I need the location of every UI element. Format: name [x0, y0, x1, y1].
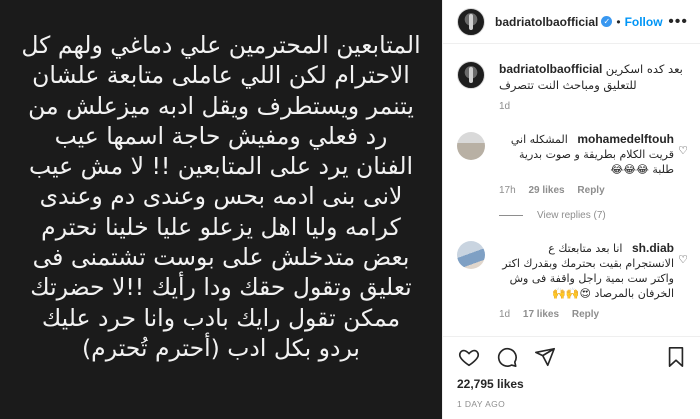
more-options-icon[interactable]: •••	[668, 13, 688, 31]
comment: mohamedelftouh المشكله اني قريت الكلام ب…	[457, 132, 688, 196]
post-header: badriatolbaofficial ✓ • Follow •••	[443, 0, 700, 44]
comment: sh.diab انا بعد متابعتك ع الانستجرام بقي…	[457, 241, 688, 320]
post-image-text: المتابعين المحترمين علي دماغي ولهم كل ال…	[14, 30, 428, 363]
verified-badge-icon: ✓	[601, 16, 613, 27]
post-image-line: بردو بكل ادب (أحترم تُحترم)	[82, 333, 360, 362]
bookmark-icon[interactable]	[664, 345, 688, 369]
post-image-line: المتابعين المحترمين علي دماغي ولهم كل	[21, 31, 421, 59]
view-replies-label: View replies (7)	[537, 210, 606, 221]
caption-avatar[interactable]	[457, 61, 485, 89]
separator-dot: •	[616, 14, 621, 29]
post-image-line: كرامه وليا اهل يزعلو عليا خلينا نحترم	[41, 212, 401, 241]
post-image-line: بعض متدخلش على بوست تشتمنى فى	[32, 243, 410, 272]
comment-username[interactable]: sh.diab	[632, 241, 674, 255]
comment-username[interactable]: mohamedelftouh	[577, 132, 674, 146]
comment-likes[interactable]: 29 likes	[528, 185, 564, 196]
caption-time[interactable]: 1d	[499, 101, 510, 112]
post-image[interactable]: المتابعين المحترمين علي دماغي ولهم كل ال…	[0, 0, 442, 419]
post-actions: 22,795 likes 1 DAY AGO	[443, 336, 700, 409]
post-sidebar: badriatolbaofficial ✓ • Follow ••• badri…	[442, 0, 700, 419]
comment-likes[interactable]: 17 likes	[523, 309, 559, 320]
comment-time[interactable]: 1d	[499, 309, 510, 320]
avatar[interactable]	[457, 7, 485, 36]
post-image-line: لانى بنى ادمه بحس وعندى دم وعندى	[39, 182, 403, 211]
follow-button[interactable]: Follow	[625, 15, 663, 29]
comment-time[interactable]: 17h	[499, 185, 516, 196]
post-time[interactable]: 1 DAY AGO	[457, 399, 688, 409]
reply-button[interactable]: Reply	[572, 309, 599, 320]
post-image-line: يتنمر ويستطرف ويقل ادبه ميزعلش من	[28, 91, 414, 120]
post-image-line: تعليق وتقول حقك ودا رأيك !!لا حضرتك	[30, 273, 412, 302]
header-username[interactable]: badriatolbaofficial	[495, 15, 598, 29]
comment-avatar[interactable]	[457, 132, 485, 160]
post-image-line: ممكن تقول رايك بادب وانا حرد عليك	[41, 303, 401, 332]
comment-heart-icon[interactable]: ♡	[678, 253, 688, 266]
comment-heart-icon[interactable]: ♡	[678, 144, 688, 157]
post-image-line: الاحترام لكن اللي عاملى متابعة علشان	[32, 61, 410, 90]
likes-count[interactable]: 22,795 likes	[457, 377, 688, 391]
post-image-line: رد فعلي ومفيش حاجة اسمها عيب	[54, 121, 388, 150]
post-image-line: الفنان يرد على المتابعين !! لا مش عيب	[28, 152, 414, 181]
share-icon[interactable]	[533, 345, 557, 369]
comment-avatar[interactable]	[457, 241, 485, 269]
reply-button[interactable]: Reply	[577, 185, 604, 196]
caption-username[interactable]: badriatolbaofficial	[499, 62, 602, 76]
heart-icon[interactable]	[457, 345, 481, 369]
caption: badriatolbaofficial بعد كده اسكرين للتعل…	[457, 61, 688, 112]
comment-icon[interactable]	[495, 345, 519, 369]
view-replies-button[interactable]: View replies (7)	[499, 210, 688, 221]
comments-list[interactable]: badriatolbaofficial بعد كده اسكرين للتعل…	[443, 45, 700, 335]
view-replies-line	[499, 215, 523, 216]
